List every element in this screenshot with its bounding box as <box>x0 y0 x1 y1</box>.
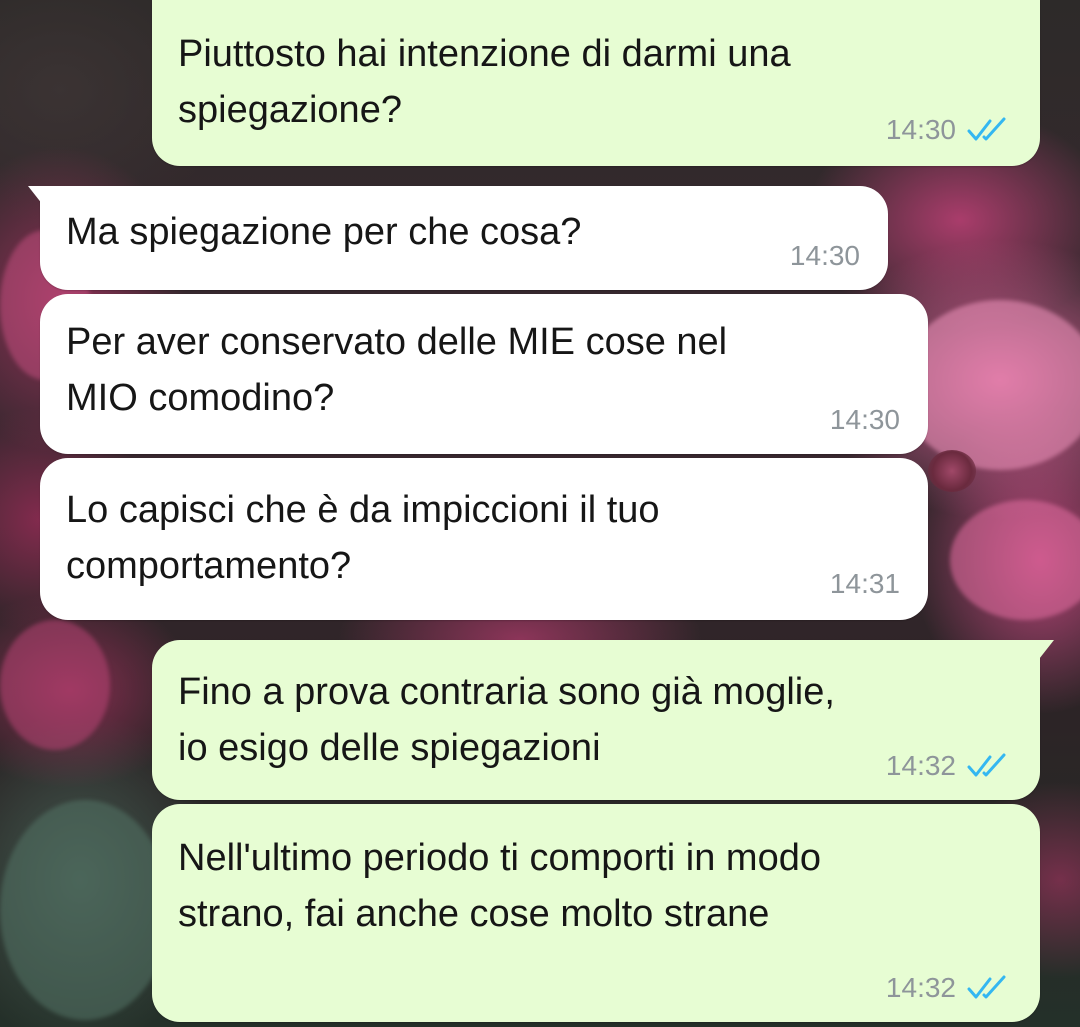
message-meta: 14:31 <box>830 568 900 600</box>
message-meta: 14:30 <box>830 404 900 436</box>
message-bubble-outgoing[interactable]: Piuttosto hai intenzione di darmi una sp… <box>152 0 1040 166</box>
wallpaper-leaf <box>0 800 170 1020</box>
bubble-tail <box>1032 640 1054 668</box>
message-time: 14:32 <box>885 972 956 1003</box>
message-meta: 14:30 <box>886 114 1012 146</box>
message-meta: 14:32 <box>886 972 1012 1004</box>
message-text: Fino a prova contraria sono già moglie, … <box>178 671 835 769</box>
message-time: 14:30 <box>789 240 860 271</box>
bubble-tail <box>28 186 50 214</box>
message-time: 14:31 <box>829 568 900 599</box>
wallpaper-flower <box>950 500 1080 620</box>
message-bubble-incoming[interactable]: Per aver conservato delle MIE cose nel M… <box>40 294 928 454</box>
message-time: 14:30 <box>885 114 956 145</box>
double-check-icon <box>967 753 1006 777</box>
message-text: Piuttosto hai intenzione di darmi una sp… <box>178 33 791 131</box>
message-bubble-outgoing[interactable]: Nell'ultimo periodo ti comporti in modo … <box>152 804 1040 1022</box>
message-text: Nell'ultimo periodo ti comporti in modo … <box>178 837 821 935</box>
wallpaper-flower-center <box>928 450 976 492</box>
message-bubble-incoming[interactable]: Ma spiegazione per che cosa? 14:30 <box>28 186 888 290</box>
wallpaper-flower <box>0 620 110 750</box>
message-text: Lo capisci che è da impiccioni il tuo co… <box>66 489 660 587</box>
double-check-icon <box>967 975 1006 999</box>
message-text: Ma spiegazione per che cosa? <box>66 211 582 253</box>
message-meta: 14:32 <box>886 750 1012 782</box>
message-text: Per aver conservato delle MIE cose nel M… <box>66 321 728 419</box>
message-time: 14:30 <box>829 404 900 435</box>
message-bubble-outgoing[interactable]: Fino a prova contraria sono già moglie, … <box>152 640 1054 800</box>
message-meta: 14:30 <box>790 240 860 272</box>
message-bubble-incoming[interactable]: Lo capisci che è da impiccioni il tuo co… <box>40 458 928 620</box>
double-check-icon <box>967 117 1006 141</box>
message-time: 14:32 <box>885 750 956 781</box>
